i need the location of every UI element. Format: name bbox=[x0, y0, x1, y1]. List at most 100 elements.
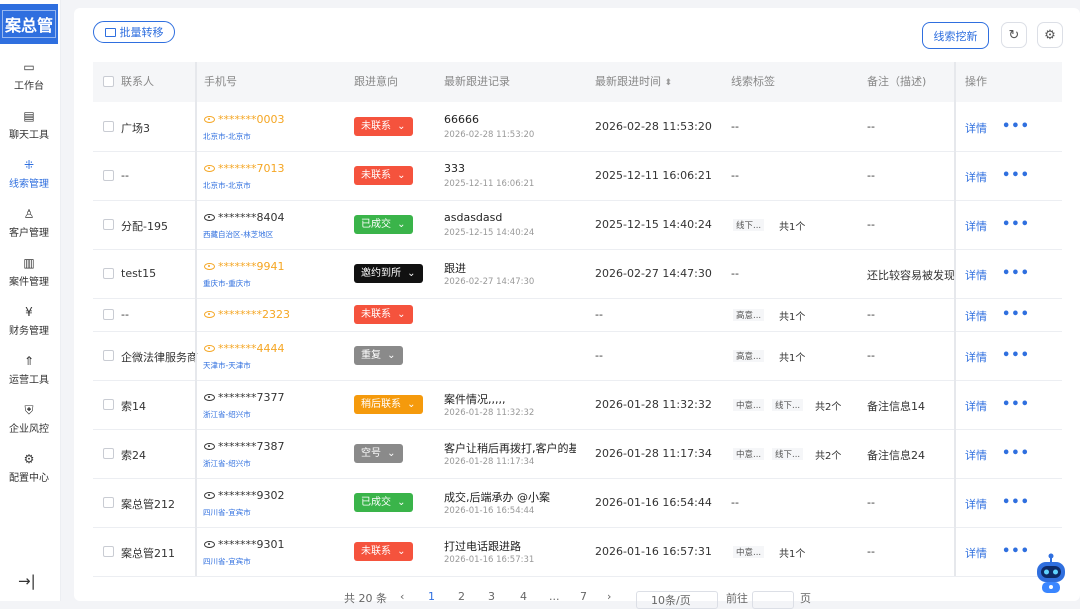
page-number[interactable]: 1 bbox=[428, 590, 435, 603]
eye-icon[interactable] bbox=[204, 394, 215, 401]
phone-number[interactable]: *******7013 bbox=[204, 162, 285, 175]
status-dropdown[interactable]: 空号 ⌄ bbox=[354, 443, 403, 463]
page-number[interactable]: 3 bbox=[488, 590, 495, 603]
sidebar-item-4[interactable]: ▥ 案件管理 bbox=[0, 248, 58, 294]
status-dropdown[interactable]: 已成交 ⌄ bbox=[354, 492, 413, 512]
assistant-robot-icon[interactable] bbox=[1033, 553, 1069, 595]
phone-number[interactable]: *******7377 bbox=[204, 391, 285, 404]
detail-link[interactable]: 详情 bbox=[965, 496, 987, 512]
status-label: 已成交 bbox=[361, 496, 391, 508]
sidebar-item-label: 财务管理 bbox=[9, 326, 49, 337]
status-dropdown[interactable]: 未联系 ⌄ bbox=[354, 304, 413, 324]
detail-link[interactable]: 详情 bbox=[965, 267, 987, 283]
more-icon[interactable]: ••• bbox=[1002, 267, 1030, 280]
eye-icon[interactable] bbox=[204, 492, 215, 499]
more-icon[interactable]: ••• bbox=[1002, 349, 1030, 362]
sort-icon[interactable]: ⬍ bbox=[665, 78, 673, 88]
status-dropdown[interactable]: 未联系 ⌄ bbox=[354, 541, 413, 561]
row-checkbox[interactable] bbox=[103, 218, 114, 230]
phone-text: *******0003 bbox=[218, 112, 285, 126]
eye-icon[interactable] bbox=[204, 214, 215, 221]
sidebar-item-0[interactable]: ▭ 工作台 bbox=[0, 52, 58, 98]
detail-link[interactable]: 详情 bbox=[965, 545, 987, 561]
refresh-icon[interactable]: ↻ bbox=[1001, 22, 1027, 48]
detail-link[interactable]: 详情 bbox=[965, 169, 987, 185]
status-dropdown[interactable]: 未联系 ⌄ bbox=[354, 116, 413, 136]
note-text: 备注信息14 bbox=[867, 399, 925, 413]
phone-number[interactable]: *******4444 bbox=[204, 342, 285, 355]
sidebar-item-3[interactable]: ♙ 客户管理 bbox=[0, 199, 58, 245]
app-logo[interactable]: 案总管 bbox=[0, 4, 58, 44]
more-icon[interactable]: ••• bbox=[1002, 447, 1030, 460]
note-text: -- bbox=[867, 307, 875, 321]
status-dropdown[interactable]: 稍后联系 ⌄ bbox=[354, 394, 423, 414]
detail-link[interactable]: 详情 bbox=[965, 308, 987, 324]
row-checkbox[interactable] bbox=[103, 447, 114, 459]
column-divider-left bbox=[195, 62, 197, 576]
row-checkbox[interactable] bbox=[103, 496, 114, 508]
page-number[interactable]: ... bbox=[549, 590, 560, 603]
more-icon[interactable]: ••• bbox=[1002, 120, 1030, 133]
row-checkbox[interactable] bbox=[103, 120, 114, 132]
row-checkbox[interactable] bbox=[103, 308, 114, 320]
eye-icon[interactable] bbox=[204, 443, 215, 450]
contact-name: 案总管211 bbox=[121, 546, 175, 560]
goto-input[interactable] bbox=[752, 591, 794, 609]
detail-link[interactable]: 详情 bbox=[965, 218, 987, 234]
eye-icon[interactable] bbox=[204, 116, 215, 123]
eye-icon[interactable] bbox=[204, 263, 215, 270]
status-dropdown[interactable]: 已成交 ⌄ bbox=[354, 214, 413, 234]
more-icon[interactable]: ••• bbox=[1002, 398, 1030, 411]
more-icon[interactable]: ••• bbox=[1002, 218, 1030, 231]
phone-number[interactable]: *******7387 bbox=[204, 440, 285, 453]
chevron-down-icon: ⌄ bbox=[384, 349, 396, 361]
status-dropdown[interactable]: 重复 ⌄ bbox=[354, 345, 403, 365]
page-number[interactable]: 2 bbox=[458, 590, 465, 603]
status-dropdown[interactable]: 邀约到所 ⌄ bbox=[354, 263, 423, 283]
eye-icon[interactable] bbox=[204, 541, 215, 548]
lead-mining-button[interactable]: 线索挖新 bbox=[922, 22, 989, 49]
header-latest-time[interactable]: 最新跟进时间 ⬍ bbox=[595, 62, 672, 102]
phone-number[interactable]: *******8404 bbox=[204, 211, 285, 224]
detail-link[interactable]: 详情 bbox=[965, 398, 987, 414]
sidebar-item-2[interactable]: ⁜ 线索管理 bbox=[0, 150, 58, 196]
sidebar-item-1[interactable]: ▤ 聊天工具 bbox=[0, 101, 58, 147]
page-number[interactable]: 7 bbox=[580, 590, 587, 603]
row-checkbox[interactable] bbox=[103, 349, 114, 361]
next-page-icon[interactable]: › bbox=[607, 590, 611, 603]
row-checkbox[interactable] bbox=[103, 267, 114, 279]
tag-count: 共1个 bbox=[779, 548, 806, 560]
detail-link[interactable]: 详情 bbox=[965, 349, 987, 365]
settings-icon[interactable]: ⚙ bbox=[1037, 22, 1063, 48]
page-number[interactable]: 4 bbox=[520, 590, 527, 603]
sidebar-item-6[interactable]: ⇑ 运营工具 bbox=[0, 346, 58, 392]
phone-number[interactable]: *******9302 bbox=[204, 489, 285, 502]
select-all-checkbox[interactable] bbox=[103, 76, 114, 87]
detail-link[interactable]: 详情 bbox=[965, 447, 987, 463]
batch-transfer-button[interactable]: 批量转移 bbox=[93, 21, 175, 43]
sidebar-item-7[interactable]: ⛨ 企业风控 bbox=[0, 395, 58, 441]
phone-number[interactable]: ********2323 bbox=[204, 308, 290, 321]
row-checkbox[interactable] bbox=[103, 169, 114, 181]
page-size-select[interactable]: 10条/页 bbox=[636, 591, 718, 609]
status-dropdown[interactable]: 未联系 ⌄ bbox=[354, 165, 413, 185]
more-icon[interactable]: ••• bbox=[1002, 545, 1030, 558]
phone-number[interactable]: *******0003 bbox=[204, 113, 285, 126]
detail-link[interactable]: 详情 bbox=[965, 120, 987, 136]
sidebar-item-5[interactable]: ¥ 财务管理 bbox=[0, 297, 58, 343]
eye-icon[interactable] bbox=[204, 165, 215, 172]
more-icon[interactable]: ••• bbox=[1002, 169, 1030, 182]
prev-page-icon[interactable]: ‹ bbox=[400, 590, 404, 603]
eye-icon[interactable] bbox=[204, 311, 215, 318]
contact-name: 案总管212 bbox=[121, 497, 175, 511]
row-checkbox[interactable] bbox=[103, 398, 114, 410]
eye-icon[interactable] bbox=[204, 345, 215, 352]
row-checkbox[interactable] bbox=[103, 545, 114, 557]
collapse-sidebar-icon[interactable]: →| bbox=[18, 572, 36, 590]
note-text: 备注信息24 bbox=[867, 448, 925, 462]
sidebar-item-8[interactable]: ⚙ 配置中心 bbox=[0, 444, 58, 490]
phone-number[interactable]: *******9301 bbox=[204, 538, 285, 551]
phone-number[interactable]: *******9941 bbox=[204, 260, 285, 273]
more-icon[interactable]: ••• bbox=[1002, 308, 1030, 321]
more-icon[interactable]: ••• bbox=[1002, 496, 1030, 509]
